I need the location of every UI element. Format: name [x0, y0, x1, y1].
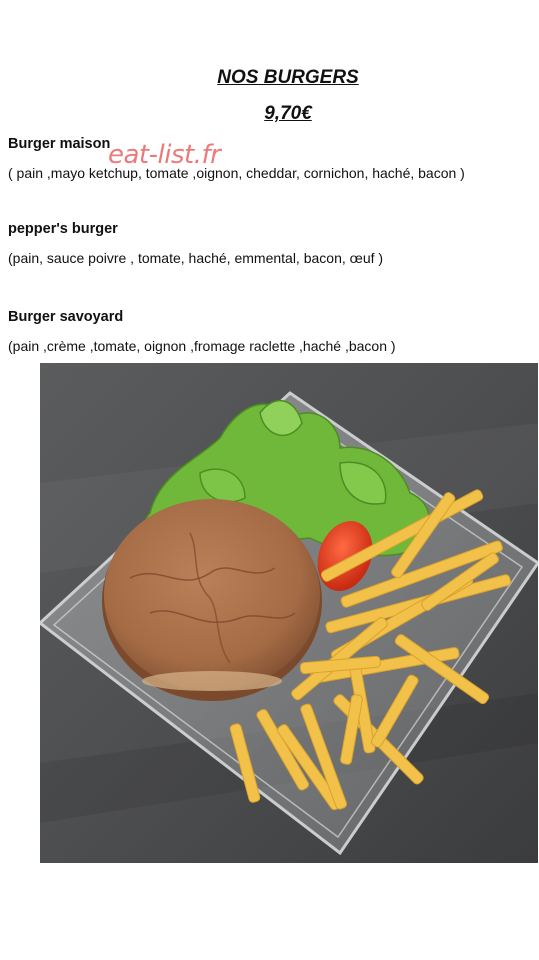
item-name-burger-savoyard: Burger savoyard	[8, 309, 124, 325]
menu-price: 9,70€	[264, 103, 312, 124]
item-name-burger-maison: Burger maison	[8, 136, 111, 152]
item-description-peppers-burger: (pain, sauce poivre , tomate, haché, emm…	[8, 250, 384, 266]
item-description-burger-maison: ( pain ,mayo ketchup, tomate ,oignon, ch…	[8, 165, 465, 181]
burger-photo	[40, 363, 538, 863]
item-name-peppers-burger: pepper's burger	[8, 221, 118, 237]
item-description-burger-savoyard: (pain ,crème ,tomate, oignon ,fromage ra…	[8, 338, 396, 354]
menu-heading: NOS BURGERS	[217, 67, 359, 88]
